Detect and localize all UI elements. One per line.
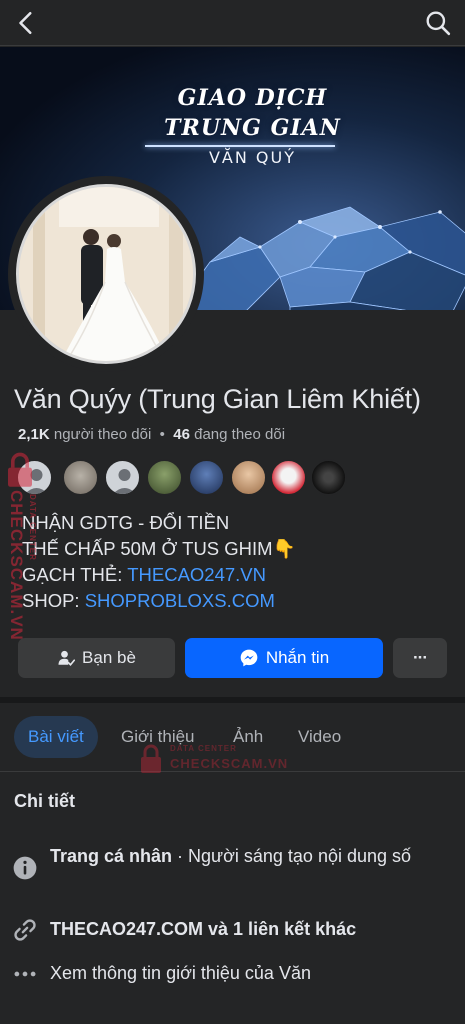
message-button-label: Nhắn tin xyxy=(265,648,330,667)
profile-avatar[interactable] xyxy=(8,176,204,372)
cover-subtitle: VĂN QUÝ xyxy=(208,148,297,167)
friend-avatar[interactable] xyxy=(310,459,347,496)
friend-avatar[interactable] xyxy=(62,459,99,496)
following-count[interactable]: 46 xyxy=(173,426,190,443)
wedding-couple-image xyxy=(19,187,193,361)
friend-avatar[interactable] xyxy=(146,459,183,496)
bio-line: THẾ CHẤP 50M Ở TUS GHIM👇 xyxy=(22,538,296,559)
friend-avatar[interactable] xyxy=(270,459,307,496)
followers-count[interactable]: 2,1K xyxy=(18,426,50,443)
friends-button[interactable]: Bạn bè xyxy=(18,638,175,678)
follow-stats: 2,1K người theo dõi • 46 đang theo dõi xyxy=(18,426,285,443)
cover-divider xyxy=(145,145,335,147)
link-icon xyxy=(14,919,36,941)
friend-check-icon xyxy=(58,650,76,666)
stats-separator: • xyxy=(159,426,165,443)
cover-title-line2: TRUNG GIAN xyxy=(164,115,341,141)
bio-link[interactable]: THECAO247.VN xyxy=(127,564,266,585)
tab-posts[interactable]: Bài viết xyxy=(14,716,98,758)
following-label[interactable]: đang theo dõi xyxy=(194,426,285,443)
friend-avatars-row[interactable] xyxy=(16,459,356,499)
messenger-icon xyxy=(240,649,258,667)
section-separator xyxy=(0,697,465,703)
search-icon[interactable] xyxy=(425,10,451,36)
followers-label[interactable]: người theo dõi xyxy=(54,426,151,443)
detail-text: Trang cá nhân · Người sáng tạo nội dung … xyxy=(50,846,412,866)
detail-text: THECAO247.COM và 1 liên kết khác xyxy=(50,919,357,939)
tab-videos[interactable]: Video xyxy=(298,716,341,758)
friend-avatar[interactable] xyxy=(230,459,267,496)
bio-line: SHOP: SHOPROBLOXS.COM xyxy=(22,590,275,611)
top-bar xyxy=(0,0,465,46)
cover-title-line1: GIAO DỊCH xyxy=(177,85,328,111)
tab-photos[interactable]: Ảnh xyxy=(233,716,263,758)
bio-link[interactable]: SHOPROBLOXS.COM xyxy=(85,590,275,611)
friend-avatar[interactable] xyxy=(104,459,141,496)
detail-text: Xem thông tin giới thiệu của Văn xyxy=(50,963,311,983)
avatar-photo xyxy=(16,184,196,364)
friend-avatar[interactable] xyxy=(16,459,53,496)
profile-name: Văn Quýy (Trung Gian Liêm Khiết) xyxy=(14,384,421,414)
more-options-button[interactable]: ··· xyxy=(393,638,447,678)
details-title: Chi tiết xyxy=(14,791,75,811)
bio-line: NHẬN GDTG - ĐỔI TIỀN xyxy=(22,512,230,533)
more-options-icon: ··· xyxy=(413,648,428,667)
friends-button-label: Bạn bè xyxy=(82,648,136,667)
friend-avatar[interactable] xyxy=(188,459,225,496)
message-button[interactable]: Nhắn tin xyxy=(185,638,383,678)
tabs-divider xyxy=(0,771,465,772)
info-icon xyxy=(13,856,37,880)
chevron-left-icon[interactable] xyxy=(14,10,40,36)
tab-about[interactable]: Giới thiệu xyxy=(121,716,195,758)
profile-bio: NHẬN GDTG - ĐỔI TIỀN THẾ CHẤP 50M Ở TUS … xyxy=(22,510,296,614)
bio-line: GẠCH THẺ: THECAO247.VN xyxy=(22,564,266,585)
profile-tabs: Bài viết Giới thiệu Ảnh Video xyxy=(0,716,465,758)
more-horizontal-icon xyxy=(14,971,36,977)
